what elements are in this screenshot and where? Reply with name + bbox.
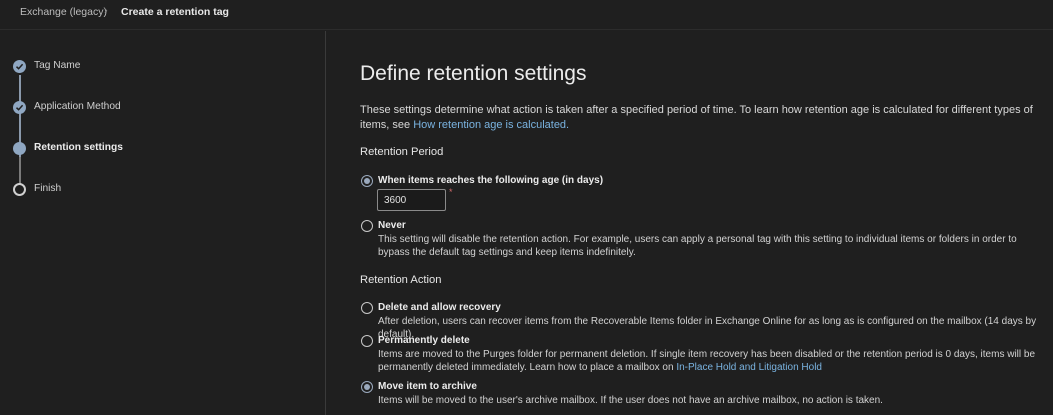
wizard-step-label: Finish — [34, 183, 62, 194]
radio-move-to-archive[interactable] — [361, 381, 373, 393]
retention-period-heading: Retention Period — [360, 146, 444, 158]
radio-permanently-delete-label[interactable]: Permanently delete — [378, 335, 470, 346]
wizard-step-label: Tag Name — [34, 60, 81, 71]
never-description: This setting will disable the retention … — [378, 234, 1017, 258]
page-description: These settings determine what action is … — [360, 103, 1046, 133]
delete-allow-recovery-description: After deletion, users can recover items … — [378, 316, 1037, 340]
radio-retention-age-label[interactable]: When items reaches the following age (in… — [378, 175, 603, 186]
in-place-hold-link[interactable]: In-Place Hold and Litigation Hold — [676, 362, 822, 373]
radio-delete-allow-recovery-label[interactable]: Delete and allow recovery — [378, 302, 501, 313]
main-content: Define retention settings These settings… — [327, 31, 1053, 415]
wizard-step-label: Retention settings — [34, 142, 123, 153]
chevron-right-icon: › — [104, 5, 108, 17]
required-indicator: * — [449, 187, 453, 197]
page-title: Define retention settings — [360, 62, 587, 85]
breadcrumb-parent-link[interactable]: Exchange (legacy) — [20, 6, 107, 18]
current-step-icon — [13, 142, 26, 155]
radio-retention-age[interactable] — [361, 175, 373, 187]
radio-never[interactable] — [361, 220, 373, 232]
permanently-delete-description: Items are moved to the Purges folder for… — [378, 348, 1050, 374]
radio-delete-allow-recovery[interactable] — [361, 302, 373, 314]
wizard-step-label: Application Method — [34, 101, 121, 112]
radio-move-to-archive-label[interactable]: Move item to archive — [378, 381, 477, 392]
retention-age-input[interactable] — [377, 189, 446, 211]
checkmark-icon — [13, 60, 26, 73]
breadcrumb-current: Create a retention tag — [121, 6, 229, 18]
retention-action-heading: Retention Action — [360, 274, 442, 286]
checkmark-icon — [13, 101, 26, 114]
breadcrumb: Exchange (legacy) › Create a retention t… — [0, 0, 1053, 30]
wizard-sidebar: Tag Name Application Method Retention se… — [0, 31, 326, 415]
radio-never-label[interactable]: Never — [378, 220, 406, 231]
pending-step-icon — [13, 183, 26, 196]
move-to-archive-description: Items will be moved to the user's archiv… — [378, 395, 883, 406]
retention-age-link[interactable]: How retention age is calculated. — [413, 119, 569, 131]
radio-permanently-delete[interactable] — [361, 335, 373, 347]
